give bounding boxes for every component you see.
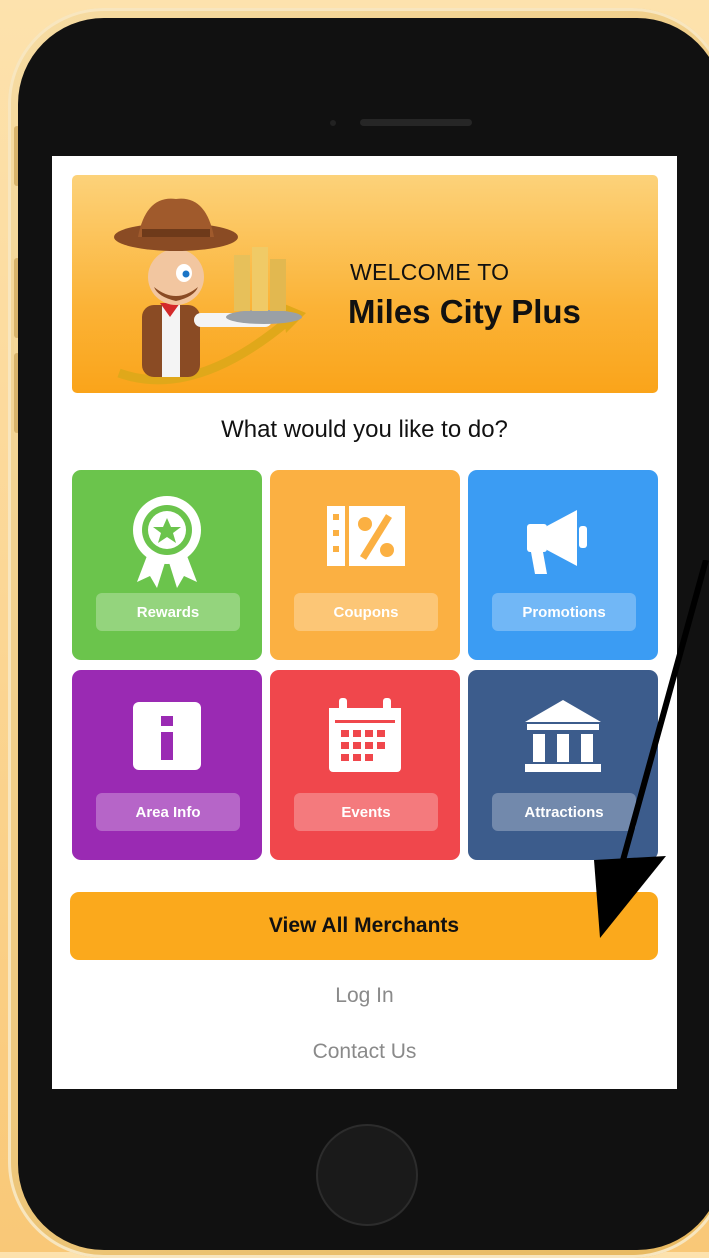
tile-label: Events bbox=[294, 793, 438, 831]
view-all-merchants-button[interactable]: View All Merchants bbox=[70, 892, 658, 960]
ribbon-badge-icon bbox=[133, 496, 201, 588]
welcome-label: WELCOME TO bbox=[350, 259, 510, 285]
log-in-link[interactable]: Log In bbox=[52, 984, 677, 1008]
tile-label: Rewards bbox=[96, 593, 240, 631]
area-info-tile[interactable]: Area Info bbox=[72, 670, 262, 860]
events-tile[interactable]: Events bbox=[270, 670, 460, 860]
app-title: Miles City Plus bbox=[348, 293, 581, 330]
coupon-percent-icon bbox=[327, 506, 405, 566]
app-screen: WELCOME TO Miles City Plus What would yo… bbox=[52, 156, 677, 1089]
calendar-icon bbox=[329, 698, 401, 772]
contact-us-link[interactable]: Contact Us bbox=[52, 1040, 677, 1064]
camera-icon bbox=[330, 120, 336, 126]
info-icon bbox=[133, 702, 201, 770]
cowboy-mascot-icon bbox=[114, 198, 306, 385]
welcome-banner: WELCOME TO Miles City Plus bbox=[72, 175, 658, 393]
rewards-tile[interactable]: Rewards bbox=[72, 470, 262, 660]
speaker-grille bbox=[360, 119, 472, 126]
annotation-arrow-icon bbox=[594, 560, 709, 938]
coupons-tile[interactable]: Coupons bbox=[270, 470, 460, 660]
prompt-heading: What would you like to do? bbox=[221, 416, 508, 443]
tile-label: Area Info bbox=[96, 793, 240, 831]
tile-label: Coupons bbox=[294, 593, 438, 631]
home-button[interactable] bbox=[316, 1124, 418, 1226]
